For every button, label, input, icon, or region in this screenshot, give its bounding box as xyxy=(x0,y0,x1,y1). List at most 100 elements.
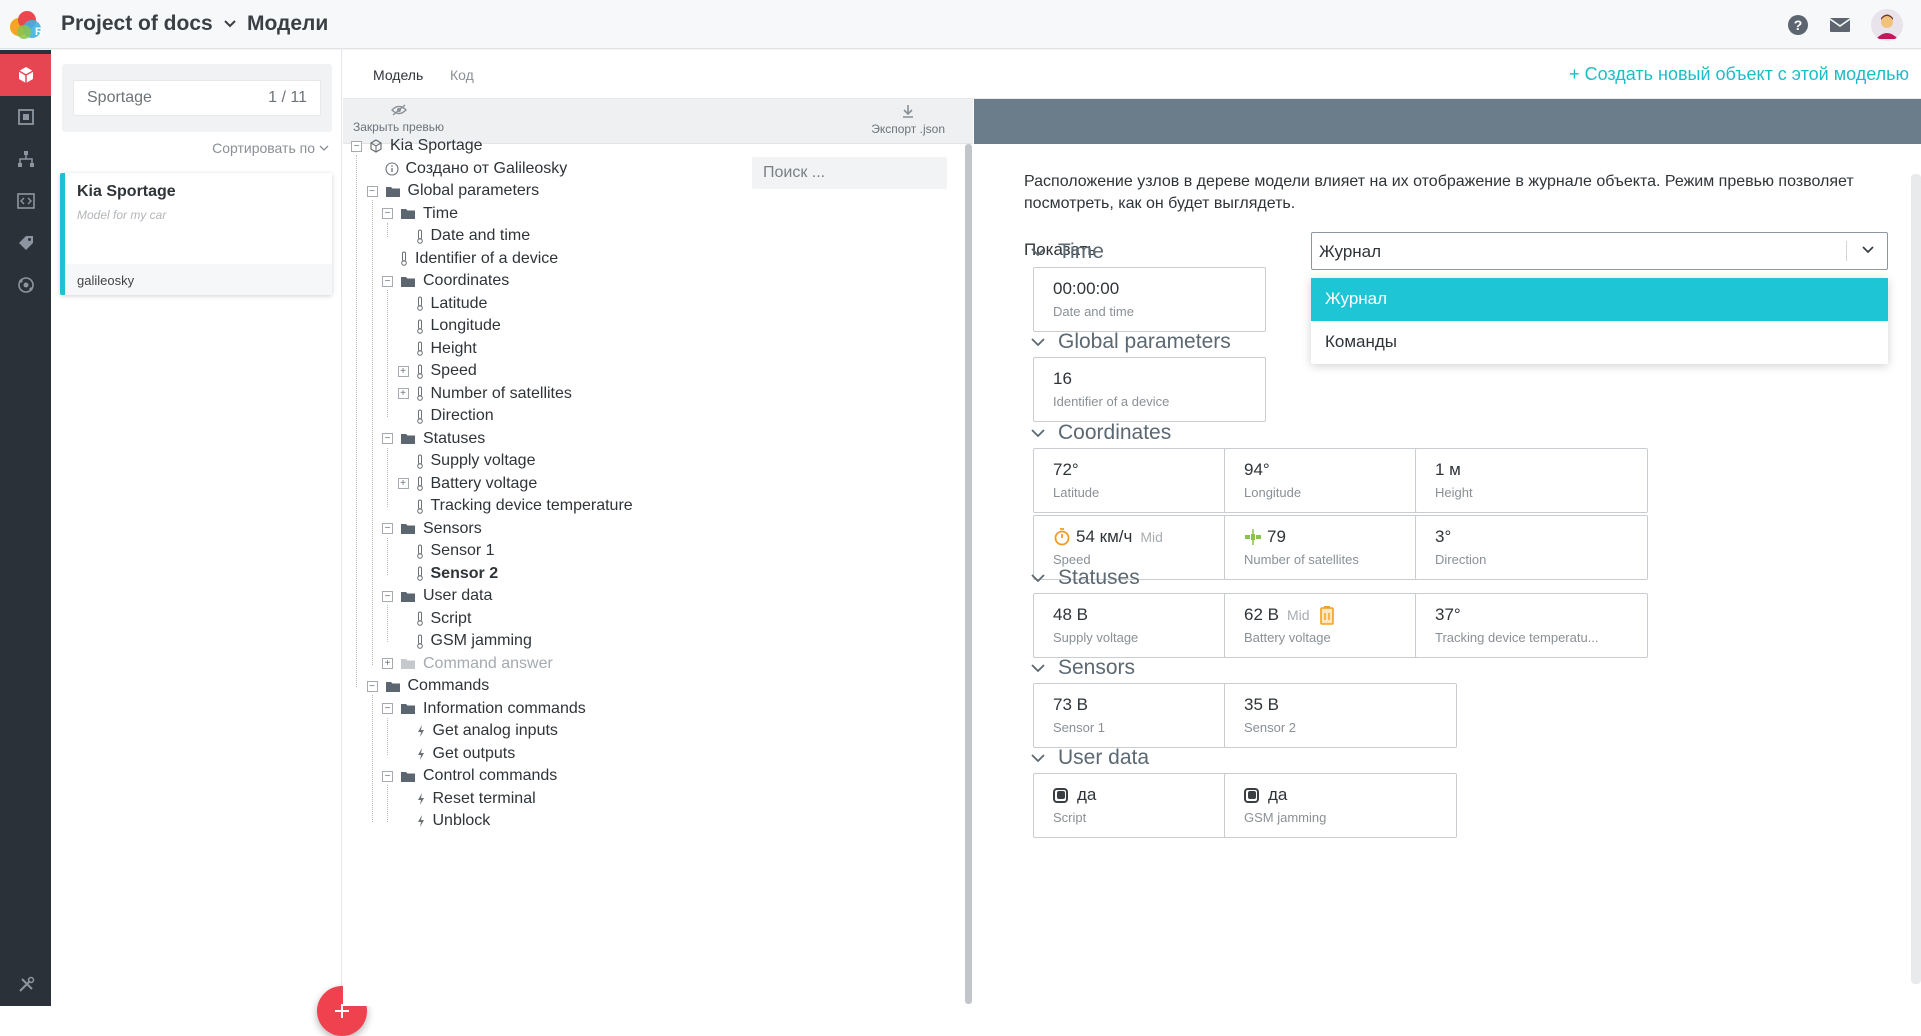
collapse-icon[interactable]: − xyxy=(366,680,378,692)
tree-node-sensor-1[interactable]: Sensor 1 xyxy=(398,542,495,560)
group-title: Statuses xyxy=(1058,566,1140,589)
tree-node-global-parameters[interactable]: − Global parameters xyxy=(366,182,539,200)
tab-code[interactable]: Код xyxy=(450,67,474,83)
tree-node-label: Sensors xyxy=(423,519,482,537)
tree-node-speed[interactable]: + Speed xyxy=(397,362,477,380)
tree-node-get-analog-inputs[interactable]: Get analog inputs xyxy=(398,722,558,740)
tree-node-battery-voltage[interactable]: + Battery voltage xyxy=(397,475,537,493)
close-preview-button[interactable]: Закрыть превью xyxy=(353,104,444,134)
tree-node-command-answer[interactable]: + Command answer xyxy=(382,655,553,673)
sort-by-label: Сортировать по xyxy=(212,140,315,156)
mail-icon[interactable] xyxy=(1829,17,1851,33)
tree-guide-line xyxy=(387,537,388,575)
nav-hierarchy[interactable] xyxy=(0,138,51,180)
tree-node-gsm-jamming[interactable]: GSM jamming xyxy=(398,632,532,650)
tree-node-statuses[interactable]: − Statuses xyxy=(382,430,485,448)
tree-scrollbar[interactable] xyxy=(965,144,972,1004)
help-icon[interactable]: ? xyxy=(1787,14,1809,36)
collapse-icon[interactable]: − xyxy=(382,770,393,782)
tree-node-label: Latitude xyxy=(430,294,488,312)
show-dropdown-menu: Журнал Команды xyxy=(1311,278,1888,364)
tree-node-commands[interactable]: − Commands xyxy=(366,677,489,695)
expand-icon[interactable]: + xyxy=(397,478,409,489)
collapse-icon[interactable]: − xyxy=(382,208,393,219)
dropdown-option-commands[interactable]: Команды xyxy=(1311,321,1888,364)
tree-node-coordinates[interactable]: − Coordinates xyxy=(382,272,509,290)
thermometer-icon xyxy=(416,611,424,626)
export-json-button[interactable]: Экспорт .json xyxy=(871,104,945,136)
expand-icon[interactable]: + xyxy=(397,365,409,377)
tab-model[interactable]: Модель xyxy=(373,67,423,83)
thermometer-icon xyxy=(416,386,424,401)
tree-node-number-of-satellites[interactable]: + Number of satellites xyxy=(397,385,572,403)
tree-node-kia-sportage[interactable]: − Kia Sportage xyxy=(351,137,483,155)
expand-icon[interactable]: + xyxy=(382,658,393,669)
collapse-icon[interactable]: − xyxy=(382,523,393,534)
preview-group-statuses[interactable]: Statuses xyxy=(1030,566,1140,590)
tree-node-longitude[interactable]: Longitude xyxy=(398,317,501,335)
cube-icon xyxy=(369,139,383,153)
preview-tile-identifier-of-a-device[interactable]: 16 Identifier of a device xyxy=(1033,357,1266,422)
settings-tools[interactable] xyxy=(0,976,51,994)
tree-node-tracking-device-temperature[interactable]: Tracking device temperature xyxy=(398,497,633,515)
models-search-input[interactable]: Sportage 1 / 11 xyxy=(73,80,321,116)
tree-node-unblock[interactable]: Unblock xyxy=(398,812,490,830)
dropdown-option-journal[interactable]: Журнал xyxy=(1311,278,1888,321)
collapse-icon[interactable]: − xyxy=(351,140,362,152)
collapse-icon[interactable]: − xyxy=(382,275,393,287)
tree-node-date-and-time[interactable]: Date and time xyxy=(398,227,530,245)
preview-tile-date-and-time[interactable]: 00:00:00 Date and time xyxy=(1033,267,1266,332)
tile-label: Sensor 1 xyxy=(1053,720,1106,735)
folder-icon xyxy=(400,275,416,288)
info-icon xyxy=(384,161,399,176)
preview-tile-direction[interactable]: 3° Direction xyxy=(1415,515,1648,580)
preview-group-user-data[interactable]: User data xyxy=(1030,746,1149,770)
preview-scrollbar[interactable] xyxy=(1911,174,1921,984)
preview-group-coordinates[interactable]: Coordinates xyxy=(1030,421,1171,445)
collapse-icon[interactable]: − xyxy=(382,703,393,714)
nav-integrations[interactable] xyxy=(0,264,51,306)
tree-node-sensor-2[interactable]: Sensor 2 xyxy=(398,565,498,583)
collapse-icon[interactable]: − xyxy=(382,433,393,444)
preview-tile-sensor-2[interactable]: 35 В Sensor 2 xyxy=(1224,683,1457,748)
show-select[interactable]: Журнал xyxy=(1311,232,1888,270)
tree-node-identifier-of-a-device[interactable]: Identifier of a device xyxy=(382,250,558,268)
avatar[interactable] xyxy=(1871,9,1903,41)
tree-node-latitude[interactable]: Latitude xyxy=(398,294,488,313)
tree-node-get-outputs[interactable]: Get outputs xyxy=(398,745,515,763)
nav-objects[interactable] xyxy=(0,96,51,138)
project-selector[interactable]: Project of docs xyxy=(61,12,237,36)
preview-tile-tracking-device-temperatu[interactable]: 37° Tracking device temperatu... xyxy=(1415,593,1648,658)
preview-tile-gsm-jamming[interactable]: да GSM jamming xyxy=(1224,773,1457,838)
tree-node-script[interactable]: Script xyxy=(398,610,471,628)
nav-models[interactable] xyxy=(0,54,51,96)
collapse-icon[interactable]: − xyxy=(382,590,393,602)
nav-tags[interactable] xyxy=(0,222,51,264)
preview-tile-height[interactable]: 1 м Height xyxy=(1415,448,1648,513)
model-card[interactable]: Kia Sportage Model for my car galileosky xyxy=(60,173,332,295)
preview-group-global-parameters[interactable]: Global parameters xyxy=(1030,330,1231,354)
collapse-icon[interactable]: − xyxy=(366,185,378,197)
tree-node-label: Supply voltage xyxy=(430,452,536,469)
preview-group-sensors[interactable]: Sensors xyxy=(1030,656,1135,680)
tile-label: Latitude xyxy=(1053,485,1100,500)
sort-by-dropdown[interactable]: Сортировать по xyxy=(212,140,329,156)
tree-node-user-data[interactable]: − User data xyxy=(382,587,492,605)
tree-node-supply-voltage[interactable]: Supply voltage xyxy=(398,452,536,470)
app-logo[interactable]: R xyxy=(6,8,48,42)
group-title: Coordinates xyxy=(1058,421,1172,444)
tree-node-height[interactable]: Height xyxy=(398,340,477,358)
tree-node-создано-от-galileosky[interactable]: Создано от Galileosky xyxy=(367,160,567,178)
tree-node-control-commands[interactable]: − Control commands xyxy=(382,767,557,785)
tree-node-direction[interactable]: Direction xyxy=(398,407,494,425)
nav-code[interactable] xyxy=(0,180,51,222)
tree-search-input[interactable]: Поиск ... xyxy=(752,157,947,189)
tile-label: Sensor 2 xyxy=(1244,720,1297,735)
tree-node-sensors[interactable]: − Sensors xyxy=(382,520,482,538)
tree-node-information-commands[interactable]: − Information commands xyxy=(382,700,586,718)
preview-group-time[interactable]: Time xyxy=(1030,240,1104,264)
tree-node-time[interactable]: − Time xyxy=(382,205,458,223)
create-object-link[interactable]: + Создать новый объект с этой моделью xyxy=(1569,64,1909,85)
tree-node-reset-terminal[interactable]: Reset terminal xyxy=(398,790,536,808)
expand-icon[interactable]: + xyxy=(397,388,409,399)
